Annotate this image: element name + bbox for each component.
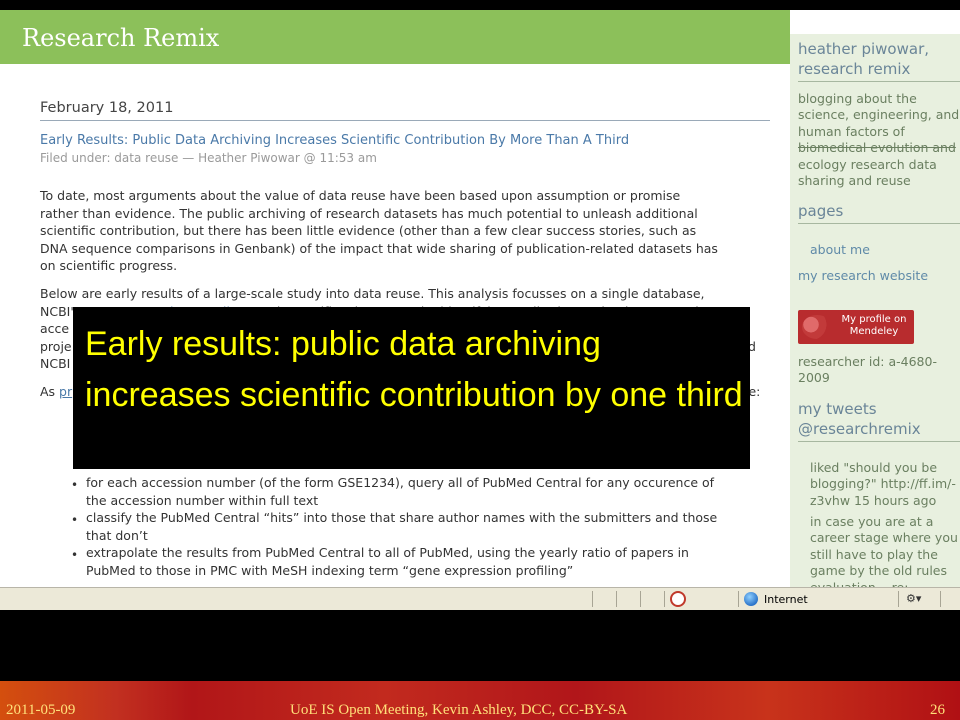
mendeley-logo-icon: [802, 315, 832, 339]
sidebar-blog-title: heather piwowar,: [798, 40, 930, 58]
paragraph-line: As pr: [40, 383, 72, 401]
sidebar-description: blogging about the: [798, 91, 917, 106]
mendeley-badge-label: My profile on Mendeley: [841, 314, 907, 337]
date-divider: [40, 120, 770, 121]
footer-page-number: 26: [930, 702, 945, 718]
mendeley-profile-badge[interactable]: My profile on Mendeley: [798, 310, 914, 344]
sidebar-blog-title: research remix: [798, 60, 911, 78]
sidebar-link-website[interactable]: my research website: [798, 268, 928, 283]
sidebar-divider: [798, 223, 960, 224]
privacy-icon[interactable]: [670, 591, 686, 607]
status-divider: [640, 591, 641, 607]
sidebar-researcher-id: 2009: [798, 370, 830, 386]
slide-caption-box: Early results: public data archiving inc…: [73, 307, 750, 469]
tweet-text: liked "should you be: [810, 460, 938, 475]
tweet-text: still have to play the: [810, 546, 938, 562]
tweet-text: game by the old rules: [810, 563, 947, 579]
paragraph-line: DNA sequence comparisons in Genbank) of …: [40, 240, 718, 256]
sidebar-tweets-handle[interactable]: @researchremix: [798, 420, 921, 438]
paragraph-line: Below are early results of a large-scale…: [40, 286, 705, 301]
tweet-text[interactable]: blogging?" http://ff.im/-: [810, 476, 956, 492]
status-divider: [592, 591, 593, 607]
slide-footer: 2011-05-09 UoE IS Open Meeting, Kevin As…: [0, 681, 960, 720]
paragraph-line: acce: [40, 321, 70, 336]
footer-title: UoE IS Open Meeting, Kevin Ashley, DCC, …: [290, 702, 628, 718]
paragraph-line: proje: [40, 338, 72, 354]
blog-banner-title[interactable]: Research Remix: [22, 24, 219, 52]
inline-link[interactable]: pr: [59, 384, 72, 399]
internet-zone-icon: [744, 592, 758, 606]
blog-sidebar: heather piwowar, research remix blogging…: [790, 34, 960, 610]
blog-banner: Research Remix: [0, 10, 790, 64]
bullet-line: classify the PubMed Central “hits” into …: [86, 510, 718, 525]
status-divider: [664, 591, 665, 607]
tweet-text: in case you are at a: [810, 514, 934, 529]
sidebar-description: ecology research data: [798, 156, 937, 172]
paragraph-text: As: [40, 384, 60, 399]
sidebar-divider: [798, 81, 960, 82]
sidebar-tweets-heading[interactable]: my tweets: [798, 400, 877, 418]
footer-date: 2011-05-09: [6, 702, 76, 718]
sidebar-pages-heading: pages: [798, 202, 844, 220]
slide-caption-text: Early results: public data archiving inc…: [85, 325, 743, 414]
bullet-line: that don’t: [86, 527, 148, 543]
sidebar-description: human factors of: [798, 123, 905, 139]
browser-status-bar: Internet ⚙▾: [0, 587, 960, 610]
sidebar-researcher-id: researcher id: a-4680-: [798, 354, 937, 369]
status-divider: [898, 591, 899, 607]
struck-text: biomedical evolution and: [798, 140, 956, 156]
tweet-text: z3vhw 15 hours ago: [810, 492, 937, 508]
tweet-text: career stage where you: [810, 530, 958, 546]
bullet-dot: •: [71, 513, 79, 527]
status-divider: [616, 591, 617, 607]
zoom-icon[interactable]: ⚙▾: [906, 592, 921, 605]
paragraph-line: on scientific progress.: [40, 258, 178, 273]
post-date: February 18, 2011: [40, 100, 174, 116]
status-divider: [940, 591, 941, 607]
bullet-dot: •: [71, 478, 79, 492]
paragraph-line: scientific contribution, but there has b…: [40, 223, 697, 238]
bullet-line: extrapolate the results from PubMed Cent…: [86, 545, 689, 560]
sidebar-link-about[interactable]: about me: [810, 242, 870, 257]
sidebar-description: sharing and reuse: [798, 173, 911, 188]
bullet-line: PubMed to those in PMC with MeSH indexin…: [86, 562, 574, 578]
internet-zone-label: Internet: [764, 593, 808, 606]
status-divider: [738, 591, 739, 607]
post-meta: Filed under: data reuse — Heather Piwowa…: [40, 151, 377, 165]
sidebar-divider: [798, 441, 960, 442]
sidebar-description: biomedical evolution and: [798, 140, 956, 156]
post-title-link[interactable]: Early Results: Public Data Archiving Inc…: [40, 133, 629, 148]
paragraph-line: NCBI: [40, 356, 71, 371]
bullet-dot: •: [71, 548, 79, 562]
paragraph-line: rather than evidence. The public archivi…: [40, 205, 698, 221]
paragraph-line: To date, most arguments about the value …: [40, 188, 681, 203]
sidebar-description: science, engineering, and: [798, 107, 960, 123]
bullet-line: the accession number within full text: [86, 492, 319, 508]
bullet-line: for each accession number (of the form G…: [86, 475, 715, 490]
